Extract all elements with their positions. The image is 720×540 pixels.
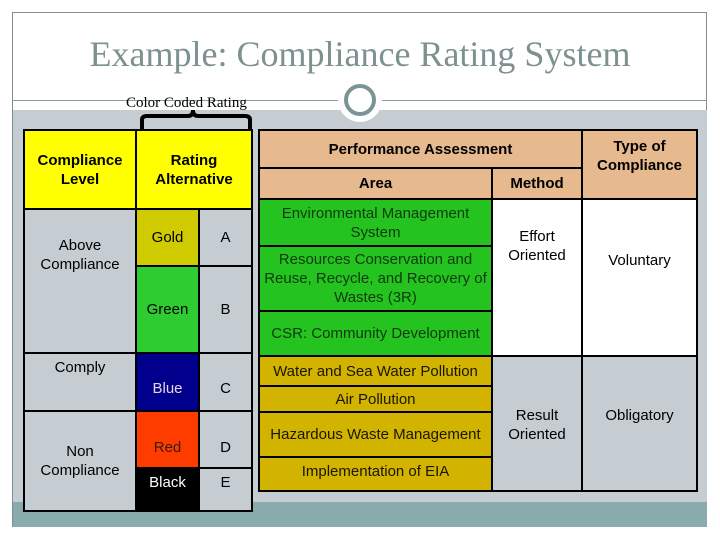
area-environmental-management-system: Environmental Management System xyxy=(258,198,493,247)
rating-color-black: Black xyxy=(135,467,200,512)
header-compliance-level: Compliance Level xyxy=(23,129,137,210)
rating-color-blue: Blue xyxy=(135,352,200,412)
rating-grade-c: C xyxy=(198,352,253,412)
type-obligatory: Obligatory xyxy=(581,355,698,492)
header-method: Method xyxy=(491,167,583,200)
rating-grade-e: E xyxy=(198,467,253,512)
method-effort-oriented: Effort Oriented xyxy=(491,198,583,357)
level-non-compliance: Non Compliance xyxy=(23,410,137,512)
rating-grade-d: D xyxy=(198,410,253,469)
area-hazardous-waste-management: Hazardous Waste Management xyxy=(258,411,493,458)
circle-ornament-icon xyxy=(338,78,382,122)
area-csr-community-development: CSR: Community Development xyxy=(258,310,493,357)
level-above-compliance: Above Compliance xyxy=(23,208,137,354)
rating-grade-a: A xyxy=(198,208,253,267)
rating-color-red: Red xyxy=(135,410,200,469)
level-comply: Comply xyxy=(23,352,137,412)
area-resources-conservation-3r: Resources Conservation and Reuse, Recycl… xyxy=(258,245,493,312)
header-rating-alternative: Rating Alternative xyxy=(135,129,253,210)
method-result-oriented: Result Oriented xyxy=(491,355,583,492)
rating-grade-b: B xyxy=(198,265,253,354)
area-air-pollution: Air Pollution xyxy=(258,385,493,413)
slide-title: Example: Compliance Rating System xyxy=(89,34,631,74)
type-voluntary: Voluntary xyxy=(581,198,698,357)
header-area: Area xyxy=(258,167,493,200)
rating-color-gold: Gold xyxy=(135,208,200,267)
area-implementation-of-eia: Implementation of EIA xyxy=(258,456,493,492)
area-water-sea-water-pollution: Water and Sea Water Pollution xyxy=(258,355,493,387)
header-type-of-compliance: Type of Compliance xyxy=(581,129,698,200)
rating-color-green: Green xyxy=(135,265,200,354)
header-performance-assessment: Performance Assessment xyxy=(258,129,583,169)
